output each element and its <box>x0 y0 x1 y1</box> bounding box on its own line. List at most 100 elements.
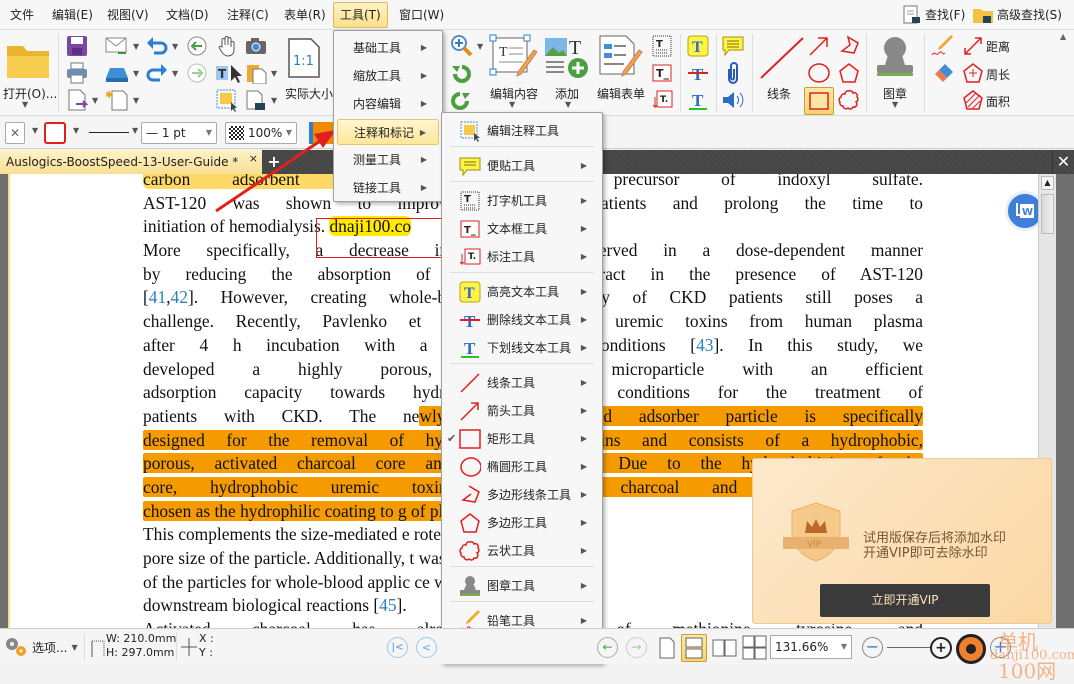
cloud-tool-button[interactable] <box>836 88 862 112</box>
textbox-button[interactable]: T_ <box>650 61 674 85</box>
continuous-view-button[interactable] <box>681 634 707 662</box>
polygon-tool-button[interactable] <box>836 61 862 85</box>
new-dropdown[interactable]: ▼ <box>133 96 139 105</box>
print-button[interactable] <box>64 61 90 85</box>
collapse-ribbon-button[interactable]: ▲ <box>1060 32 1066 41</box>
export-dropdown[interactable]: ▼ <box>92 96 98 105</box>
annotation-menu-item[interactable]: T 高亮文本工具 ▶ <box>445 279 599 305</box>
edit-content-dropdown[interactable]: ▼ <box>509 100 515 109</box>
menu-edit[interactable]: 编辑(E) <box>49 5 96 25</box>
opacity-select[interactable]: 100% ▼ <box>225 122 297 144</box>
distance-label[interactable]: 距离 <box>986 38 1010 55</box>
previous-page-button[interactable]: < <box>416 637 437 658</box>
text-color-button[interactable] <box>309 122 333 144</box>
annotation-menu-item[interactable]: 多边形线条工具 ▶ <box>445 482 599 508</box>
menu-view[interactable]: 视图(V) <box>104 5 152 25</box>
annotation-menu-item[interactable]: T_ 文本框工具 ▶ <box>445 216 599 242</box>
single-page-view-button[interactable] <box>658 636 676 660</box>
line-style-dropdown[interactable]: ▼ <box>132 126 138 135</box>
rectangle-tool-button[interactable] <box>804 87 834 115</box>
typewriter-button[interactable]: T <box>650 34 674 58</box>
strikeout-button[interactable]: T <box>686 61 710 85</box>
arrow-tool-button[interactable] <box>806 34 832 58</box>
polyline-tool-button[interactable] <box>836 34 862 58</box>
binoculars-dropdown[interactable]: ▼ <box>271 96 277 105</box>
stamp-button[interactable] <box>872 34 918 82</box>
annotation-menu-item[interactable]: 多边形工具 ▶ <box>445 510 599 536</box>
zoom-slider-thumb[interactable]: + <box>930 637 952 659</box>
facing-view-button[interactable] <box>712 638 738 658</box>
scan-dropdown[interactable]: ▼ <box>133 69 139 78</box>
add-dropdown[interactable]: ▼ <box>565 100 571 109</box>
menu-comment[interactable]: 注释(C) <box>224 5 272 25</box>
annotation-menu-item[interactable]: 便贴工具 ▶ <box>445 153 599 179</box>
zoom-dropdown[interactable]: ▼ <box>477 42 483 51</box>
annotation-menu-item[interactable]: T 删除线文本工具 ▶ <box>445 307 599 333</box>
eraser-tool-button[interactable] <box>930 61 956 85</box>
scroll-thumb[interactable] <box>1041 194 1054 234</box>
continuous-facing-view-button[interactable] <box>742 635 768 661</box>
rectangle-annotation[interactable] <box>316 218 456 258</box>
document-tab[interactable]: Auslogics-BoostSpeed-13-User-Guide * × <box>0 150 262 174</box>
area-label[interactable]: 面积 <box>986 93 1010 110</box>
citation-link[interactable]: 41 <box>149 287 166 307</box>
underline-button[interactable]: T <box>686 88 710 112</box>
first-page-button[interactable]: |< <box>387 637 408 658</box>
back-button[interactable]: ← <box>597 637 618 658</box>
email-dropdown[interactable]: ▼ <box>133 42 139 51</box>
next-view-button[interactable] <box>184 61 210 85</box>
previous-view-button[interactable] <box>184 34 210 58</box>
clipboard-button[interactable] <box>243 61 269 85</box>
edit-content-button[interactable]: T <box>488 34 542 80</box>
pencil-tool-button[interactable] <box>930 34 956 58</box>
menu-document[interactable]: 文档(D) <box>163 5 212 25</box>
highlight-button[interactable]: T <box>686 34 710 58</box>
annotation-menu-item[interactable]: 线条工具 ▶ <box>445 370 599 396</box>
menu-window[interactable]: 窗口(W) <box>396 5 447 25</box>
tools-menu-item[interactable]: 内容编辑 ▶ <box>337 91 439 117</box>
hand-tool-button[interactable] <box>214 34 240 58</box>
menu-file[interactable]: 文件 <box>7 5 37 25</box>
annotation-menu-item[interactable]: 编辑注释工具 <box>445 118 599 144</box>
undo-button[interactable] <box>144 34 170 58</box>
edit-form-button[interactable] <box>598 34 644 80</box>
find-button[interactable]: 查找(F) <box>902 5 965 25</box>
note-button[interactable] <box>720 34 746 58</box>
stroke-color-button[interactable] <box>44 122 66 144</box>
line-tool-button[interactable] <box>756 34 808 82</box>
clipboard-dropdown[interactable]: ▼ <box>271 69 277 78</box>
select-annotation-button[interactable] <box>214 88 240 112</box>
close-document-button[interactable]: ✕ <box>1052 150 1074 174</box>
select-text-button[interactable]: T <box>214 61 244 85</box>
advanced-find-button[interactable]: 高级查找(S) <box>972 5 1062 25</box>
tools-menu-item[interactable]: 基础工具 ▶ <box>337 35 439 61</box>
zoom-in-button[interactable] <box>448 34 476 58</box>
stroke-color-dropdown[interactable]: ▼ <box>73 126 79 135</box>
citation-link[interactable]: 43 <box>696 335 713 355</box>
zoom-level-select[interactable]: 131.66% ▼ <box>770 635 852 659</box>
add-button[interactable]: T <box>544 34 590 80</box>
attach-file-button[interactable] <box>720 61 746 85</box>
annotation-menu-item[interactable]: 云状工具 ▶ <box>445 538 599 564</box>
annotation-menu-item[interactable]: T. 标注工具 ▶ <box>445 244 599 270</box>
ellipse-tool-button[interactable] <box>806 61 832 85</box>
undo-dropdown[interactable]: ▼ <box>172 42 178 51</box>
area-tool-button[interactable] <box>960 88 986 112</box>
tools-menu-item[interactable]: 注释和标记 ▶ <box>337 119 439 145</box>
email-button[interactable] <box>103 34 131 58</box>
annotation-menu-item[interactable]: 箭头工具 ▶ <box>445 398 599 424</box>
annotation-menu-item[interactable]: T 下划线文本工具 ▶ <box>445 335 599 361</box>
zoom-slider-track[interactable] <box>887 647 932 648</box>
line-style-preview[interactable] <box>89 132 129 133</box>
options-button[interactable]: 选项... ▼ <box>4 636 78 658</box>
stamp-dropdown[interactable]: ▼ <box>892 100 898 109</box>
tools-menu-item[interactable]: 缩放工具 ▶ <box>337 63 439 89</box>
rotate-right-button[interactable] <box>448 88 474 112</box>
tools-menu-item[interactable]: 测量工具 ▶ <box>337 147 439 173</box>
scan-button[interactable] <box>103 61 131 85</box>
zoom-out-button[interactable]: − <box>862 637 883 658</box>
open-button[interactable] <box>4 38 52 82</box>
callout-button[interactable]: T. <box>650 88 674 112</box>
citation-link[interactable]: 45 <box>379 595 396 615</box>
sound-button[interactable] <box>720 88 746 112</box>
